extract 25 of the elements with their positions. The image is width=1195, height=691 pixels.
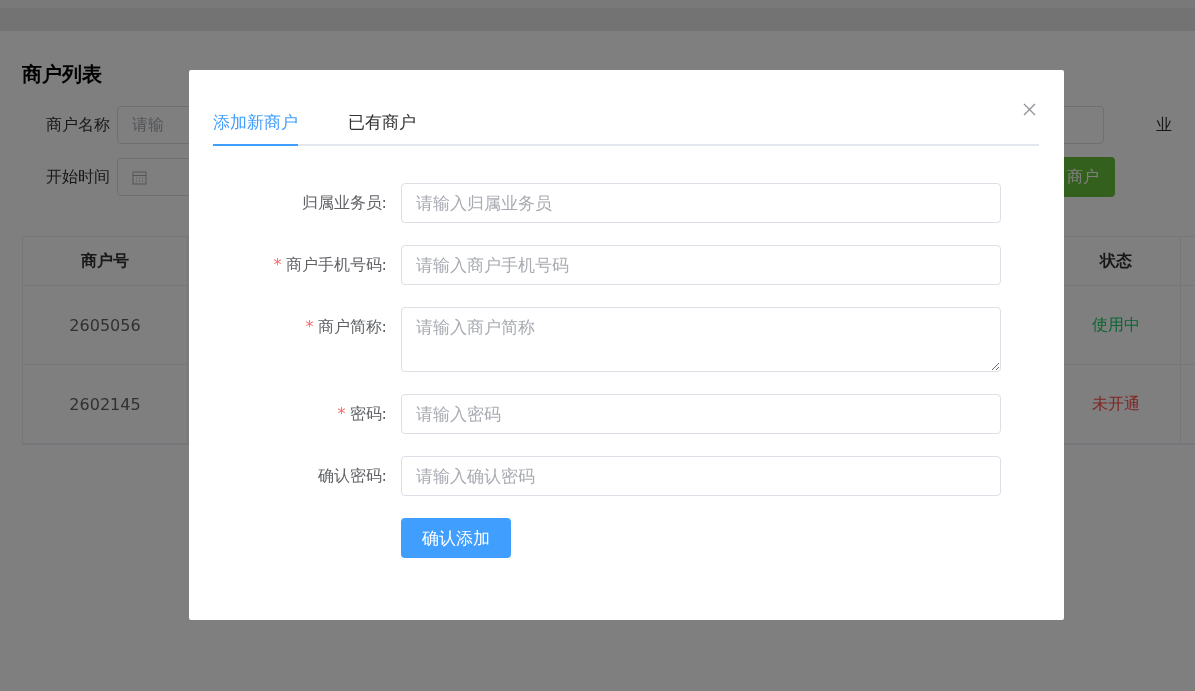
column-header: 商户号 xyxy=(81,250,129,272)
field-label: * 密码: xyxy=(336,403,388,425)
status-text: 未开通 xyxy=(1091,393,1140,415)
input-field[interactable]: 请输入密码 xyxy=(401,394,1001,434)
field-label: 归属业务员: xyxy=(300,192,388,214)
status-text: 使用中 xyxy=(1091,314,1140,336)
table-cell: 2605056 xyxy=(69,315,141,335)
field-label: * 商户手机号码: xyxy=(272,254,388,276)
input-field[interactable]: 请输入商户手机号码 xyxy=(401,245,1001,285)
text-area[interactable]: 请输入商户简称 xyxy=(401,307,1001,372)
page-title: 商户列表 xyxy=(22,62,102,86)
close-icon[interactable] xyxy=(1023,103,1036,116)
filter-label: 业 xyxy=(1156,114,1172,136)
input-field[interactable]: 请输入归属业务员 xyxy=(401,183,1001,223)
table-cell: 2602145 xyxy=(69,394,141,414)
input-field[interactable]: 请输入确认密码 xyxy=(401,456,1001,496)
column-header: 状态 xyxy=(1099,250,1132,272)
filter-label: 开始时间 xyxy=(45,166,111,188)
field-label: * 商户简称: xyxy=(304,316,388,338)
tab[interactable]: 已有商户 xyxy=(348,110,416,146)
filter-label: 商户名称 xyxy=(45,114,111,136)
tab[interactable]: 添加新商户 xyxy=(213,110,298,146)
calendar-icon xyxy=(132,169,147,185)
field-label: 确认密码: xyxy=(316,465,388,487)
confirm-add-button[interactable]: 确认添加 xyxy=(401,518,511,558)
